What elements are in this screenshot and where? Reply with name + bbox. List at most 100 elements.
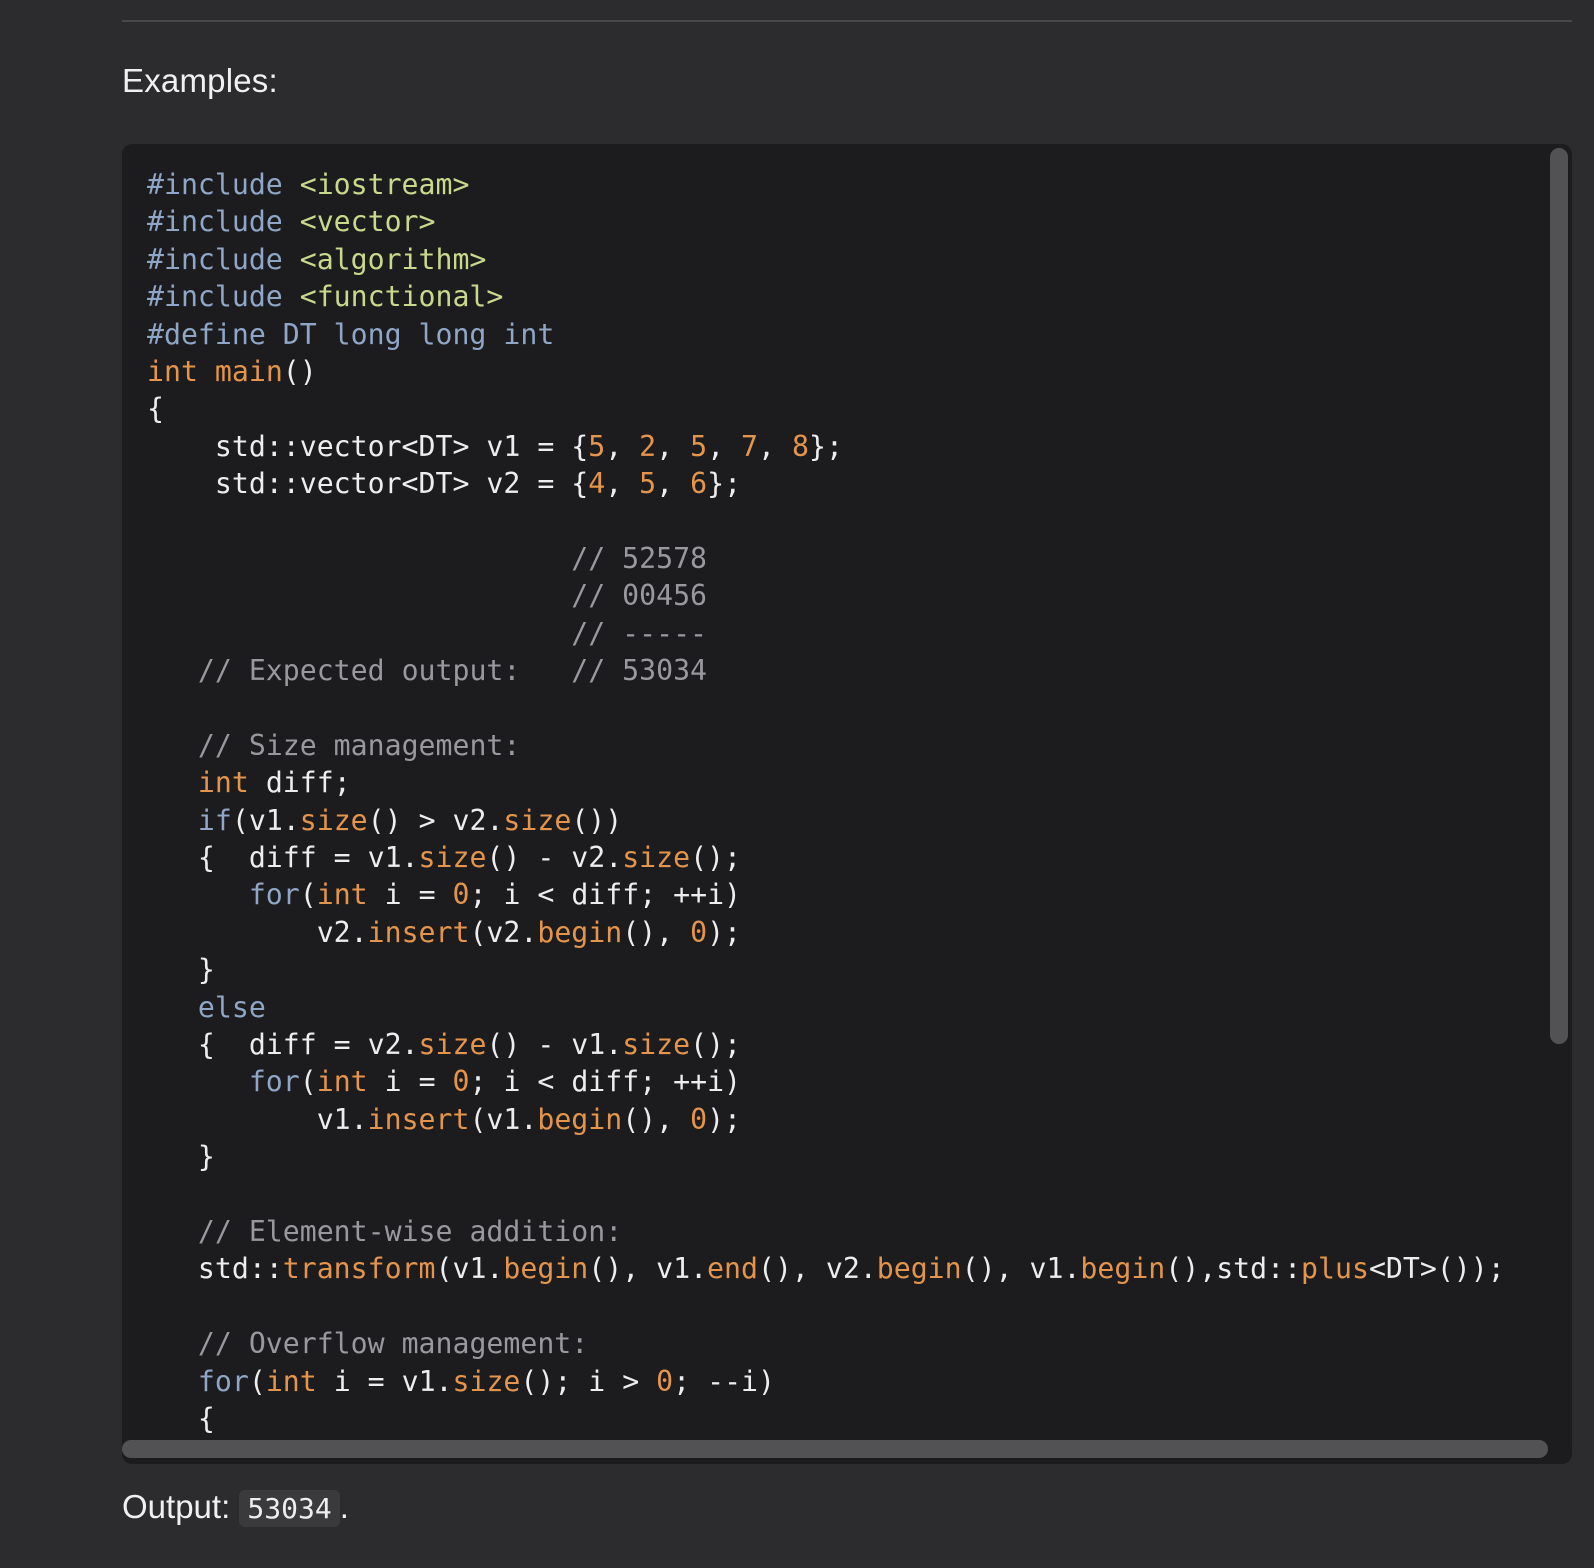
output-value: 53034 xyxy=(239,1490,340,1527)
code-token-plain: ); xyxy=(707,915,742,949)
code-token-plain: (v2. xyxy=(469,915,538,949)
code-line: if(v1.size() > v2.size()) xyxy=(147,802,1505,839)
code-token-plain: ; i < diff; ++i) xyxy=(469,878,742,912)
code-token-cm: // 00456 xyxy=(571,579,708,613)
code-token-plain: } xyxy=(147,1140,215,1174)
code-line: { diff = v1.size() - v2.size(); xyxy=(147,839,1505,876)
code-token-kw: for xyxy=(248,1065,300,1099)
section-divider xyxy=(122,20,1572,22)
code-token-plain: { xyxy=(147,1401,215,1435)
code-line: for(int i = 0; i < diff; ++i) xyxy=(147,1063,1505,1100)
code-token-type: int xyxy=(147,354,198,388)
code-token-num: 0 xyxy=(452,1065,470,1099)
output-label: Output: xyxy=(122,1488,240,1525)
code-token-num: 0 xyxy=(690,915,708,949)
code-token-cm: // Size management: xyxy=(197,728,521,762)
code-token-kw: if xyxy=(197,803,232,837)
code-token-plain: , xyxy=(758,429,792,463)
code-token-num: 4 xyxy=(588,467,606,501)
code-token-plain: std:: xyxy=(147,1252,283,1286)
code-token-plain: , xyxy=(605,467,640,501)
code-token-plain: { diff = v1. xyxy=(147,841,419,875)
code-token-plain: (), xyxy=(622,1102,691,1136)
code-token-plain: i = v1. xyxy=(316,1364,453,1398)
horizontal-scrollbar-thumb[interactable] xyxy=(122,1440,1548,1458)
code-content: #include <iostream> #include <vector> #inc… xyxy=(147,166,1505,1437)
code-token-plain: () > v2. xyxy=(367,803,504,837)
code-line: v1.insert(v1.begin(), 0); xyxy=(147,1101,1505,1138)
code-line: std::vector<DT> v2 = {4, 5, 6}; xyxy=(147,465,1505,502)
code-token-plain: diff; xyxy=(248,766,351,800)
code-token-plain: (v1. xyxy=(469,1102,538,1136)
code-token-pre: #include xyxy=(147,242,300,276)
code-line: // Element-wise addition: xyxy=(147,1213,1505,1250)
code-line: // 00456 xyxy=(147,577,1505,614)
code-line: // ----- xyxy=(147,615,1505,652)
code-line: // Overflow management: xyxy=(147,1325,1505,1362)
code-token-plain: <DT>()); xyxy=(1368,1252,1505,1286)
code-token-plain: i = xyxy=(367,878,453,912)
code-token-plain: ()) xyxy=(571,803,623,837)
code-line: for(int i = v1.size(); i > 0; --i) xyxy=(147,1363,1505,1400)
code-token-func: size xyxy=(452,1364,521,1398)
code-line: #include <algorithm> xyxy=(147,241,1505,278)
code-token-num: 2 xyxy=(639,429,657,463)
code-token-func: insert xyxy=(367,915,470,949)
code-line: // Expected output: // 53034 xyxy=(147,652,1505,689)
code-token-func: size xyxy=(418,841,487,875)
code-token-pre: #include xyxy=(147,205,300,239)
code-token-func: end xyxy=(707,1252,758,1286)
code-token-func: begin xyxy=(537,915,623,949)
code-line: #include <iostream> xyxy=(147,166,1505,203)
code-token-plain: (v1. xyxy=(435,1252,504,1286)
code-token-plain: { xyxy=(147,392,164,426)
code-line: v2.insert(v2.begin(), 0); xyxy=(147,914,1505,951)
code-token-func: size xyxy=(418,1027,487,1061)
code-token-num: 6 xyxy=(690,467,708,501)
code-token-plain: (), v1. xyxy=(588,1252,708,1286)
code-token-plain: }; xyxy=(808,429,843,463)
code-token-plain: ; i < diff; ++i) xyxy=(469,1065,742,1099)
code-block[interactable]: #include <iostream> #include <vector> #inc… xyxy=(122,144,1572,1464)
code-token-func: main xyxy=(214,354,283,388)
code-token-kw: else xyxy=(197,990,266,1024)
code-line: std::transform(v1.begin(), v1.end(), v2.… xyxy=(147,1250,1505,1287)
code-token-func: size xyxy=(622,1027,691,1061)
code-line: { diff = v2.size() - v1.size(); xyxy=(147,1026,1505,1063)
code-token-plain: , xyxy=(605,429,640,463)
code-token-func: size xyxy=(503,803,572,837)
code-token-plain: } xyxy=(147,953,215,987)
code-line: // Size management: xyxy=(147,727,1505,764)
code-token-func: size xyxy=(299,803,368,837)
vertical-scrollbar-thumb[interactable] xyxy=(1550,148,1568,1044)
code-token-cm: // ----- xyxy=(571,616,708,650)
code-token-num: 5 xyxy=(588,429,606,463)
code-token-num: 5 xyxy=(690,429,708,463)
code-line: #include <functional> xyxy=(147,278,1505,315)
code-token-func: transform xyxy=(282,1252,436,1286)
code-token-num: 0 xyxy=(690,1102,708,1136)
code-token-plain: { diff = v2. xyxy=(147,1027,419,1061)
code-token-num: 7 xyxy=(741,429,759,463)
code-token-pre: #define DT long long int xyxy=(147,317,555,351)
code-token-pre: #include xyxy=(147,280,300,314)
code-token-plain: i = xyxy=(367,1065,453,1099)
code-token-type: int xyxy=(265,1364,317,1398)
code-token-plain: ( xyxy=(299,878,317,912)
code-token-plain: () - v2. xyxy=(486,841,623,875)
code-token-cm: // Element-wise addition: xyxy=(197,1214,623,1248)
code-token-func: size xyxy=(622,841,691,875)
code-line: // 52578 xyxy=(147,540,1505,577)
vertical-scrollbar[interactable] xyxy=(1550,148,1568,1460)
code-line: for(int i = 0; i < diff; ++i) xyxy=(147,876,1505,913)
code-token-cm: // 52578 xyxy=(571,541,708,575)
code-token-num: 8 xyxy=(791,429,809,463)
